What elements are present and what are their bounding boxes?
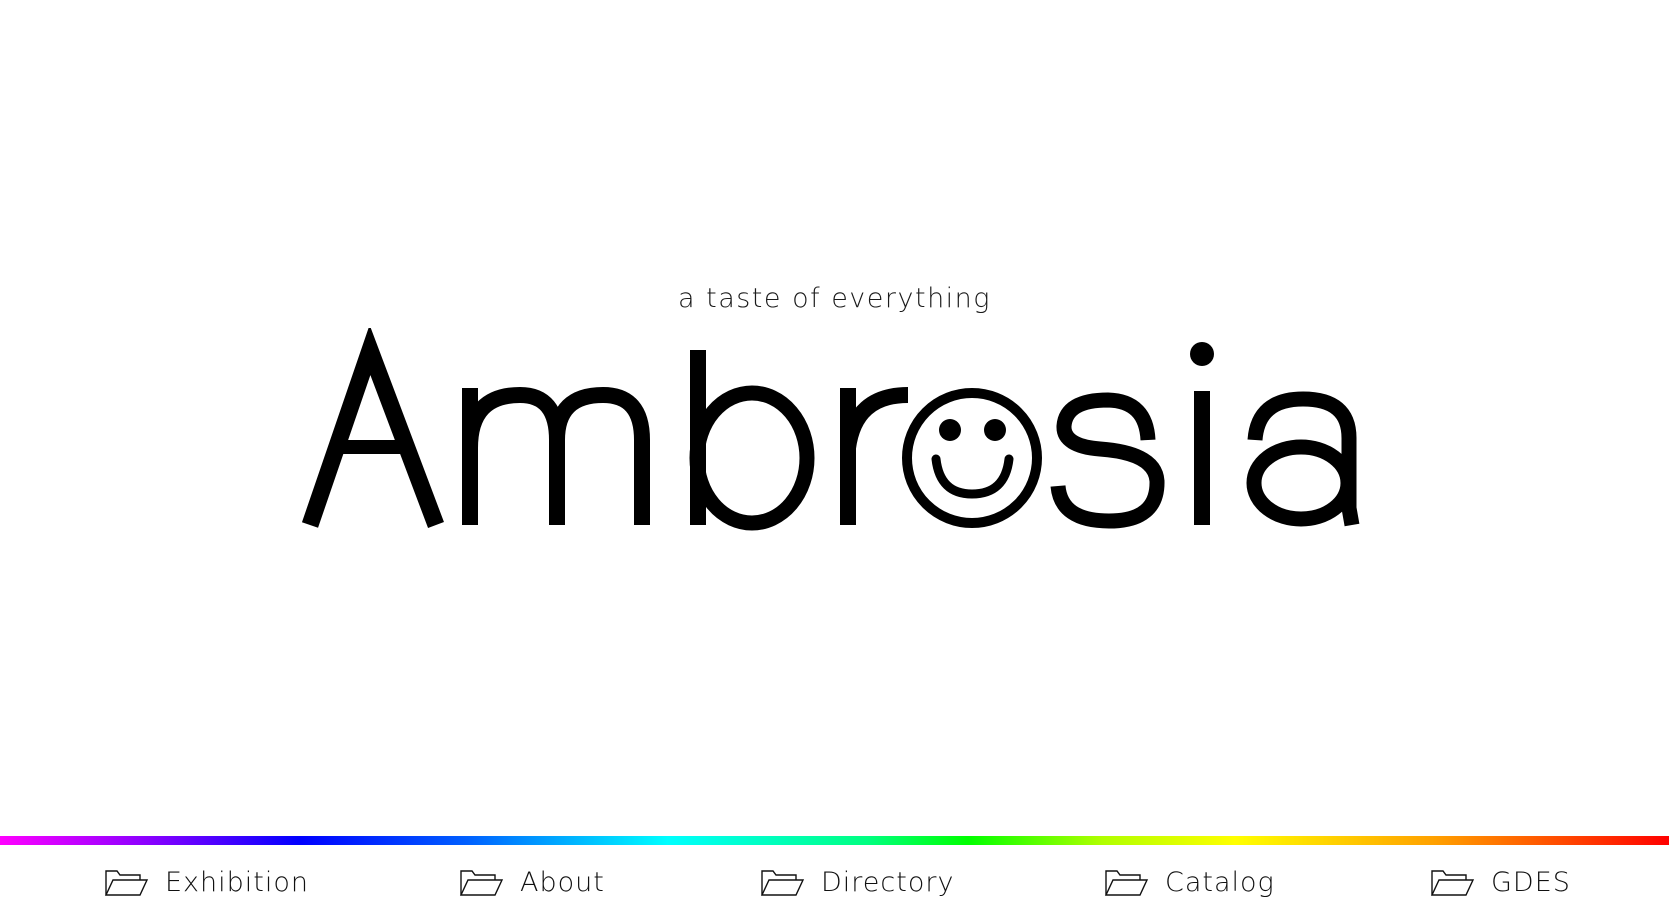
folder-icon <box>760 870 805 896</box>
folder-icon <box>1104 870 1149 896</box>
nav-item-gdes[interactable]: GDES <box>1429 852 1571 912</box>
hero-section: a taste of everything <box>0 0 1669 820</box>
nav-label: Directory <box>821 866 955 898</box>
tagline: a taste of everything <box>677 283 991 314</box>
nav-label: GDES <box>1491 866 1571 898</box>
page: a taste of everything Exhibition About D… <box>0 0 1669 924</box>
folder-icon <box>104 870 149 896</box>
nav-item-directory[interactable]: Directory <box>759 852 954 912</box>
nav-label: Exhibition <box>165 866 310 898</box>
nav-item-catalog[interactable]: Catalog <box>1103 852 1275 912</box>
folder-icon <box>459 870 504 896</box>
bottom-nav: Exhibition About Directory Catalog GDES <box>0 852 1669 912</box>
ambrosia-wordmark <box>301 328 1360 531</box>
nav-label: Catalog <box>1165 866 1275 898</box>
logo-letter-s <box>1050 392 1165 529</box>
nav-label: About <box>520 866 605 898</box>
rainbow-divider <box>0 836 1669 845</box>
logo-letter-a <box>301 328 444 528</box>
site-logo[interactable] <box>0 328 1669 538</box>
nav-item-about[interactable]: About <box>458 852 605 912</box>
folder-icon <box>1430 870 1475 896</box>
nav-item-exhibition[interactable]: Exhibition <box>103 852 309 912</box>
smiley-face-icon <box>902 388 1042 528</box>
